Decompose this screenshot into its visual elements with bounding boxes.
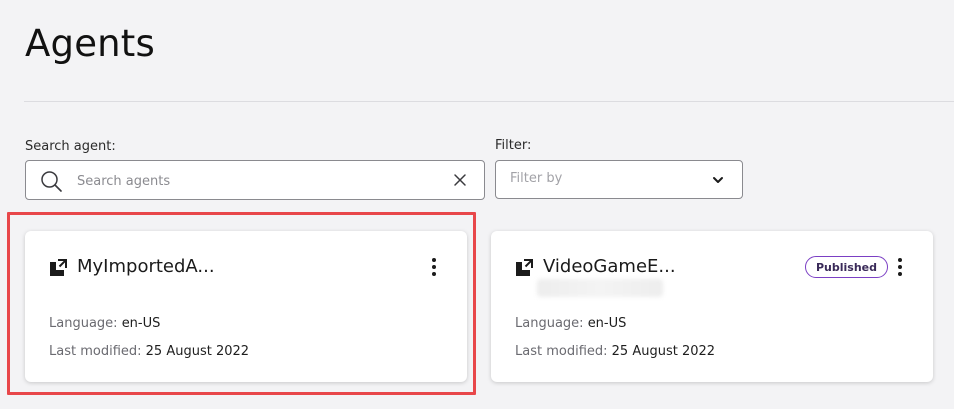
agents-page: Agents Search agent: Filter: Filter by M…: [0, 0, 954, 409]
search-input[interactable]: [77, 170, 437, 192]
language-label: Language:: [49, 316, 118, 331]
filter-dropdown[interactable]: Filter by: [495, 160, 743, 199]
more-vertical-icon[interactable]: [893, 256, 907, 278]
modified-value: 25 August 2022: [145, 344, 250, 359]
language-value: en-US: [121, 316, 161, 331]
header-divider: [24, 101, 954, 102]
search-icon: [41, 171, 62, 192]
agent-icon: [50, 259, 67, 276]
modified-value: 25 August 2022: [611, 344, 716, 359]
page-title: Agents: [25, 22, 155, 65]
agent-icon: [516, 259, 533, 276]
agent-card[interactable]: VideoGameE... Published Language: en-US …: [491, 231, 933, 382]
chevron-down-icon: [713, 177, 723, 183]
language-value: en-US: [587, 316, 627, 331]
filter-label: Filter:: [495, 138, 532, 153]
agent-name: VideoGameE...: [543, 256, 676, 277]
search-box[interactable]: [25, 160, 485, 200]
agent-last-modified: Last modified: 25 August 2022: [49, 344, 249, 359]
redacted-text: [537, 279, 663, 297]
filter-placeholder: Filter by: [510, 171, 563, 186]
agent-last-modified: Last modified: 25 August 2022: [515, 344, 715, 359]
more-vertical-icon[interactable]: [427, 256, 441, 278]
language-label: Language:: [515, 316, 584, 331]
agent-language: Language: en-US: [49, 316, 160, 331]
agent-name: MyImportedA...: [77, 256, 215, 277]
clear-icon[interactable]: [452, 172, 468, 188]
agent-language: Language: en-US: [515, 316, 626, 331]
modified-label: Last modified:: [49, 344, 142, 359]
agent-card[interactable]: MyImportedA... Language: en-US Last modi…: [25, 231, 467, 382]
search-label: Search agent:: [25, 139, 116, 154]
modified-label: Last modified:: [515, 344, 608, 359]
status-badge: Published: [805, 256, 889, 278]
